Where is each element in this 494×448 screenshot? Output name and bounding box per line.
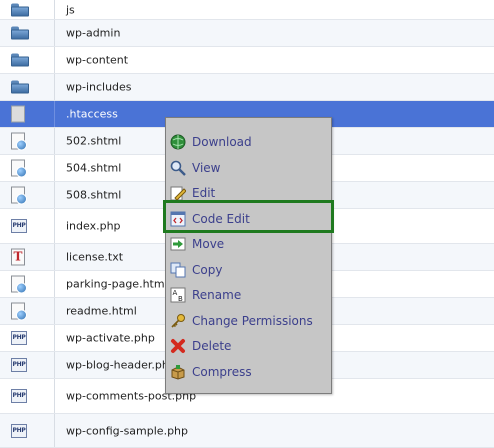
- menu-item-view[interactable]: View: [166, 156, 331, 180]
- menu-item-label: Download: [192, 135, 252, 149]
- folder-icon: [11, 80, 29, 94]
- web-file-icon: [11, 275, 27, 294]
- file-icon: [11, 105, 25, 123]
- file-icon-cell: PHP: [0, 352, 55, 378]
- file-name[interactable]: .htaccess: [66, 108, 118, 121]
- folder-icon: [11, 53, 29, 67]
- file-icon-cell: PHP: [0, 414, 55, 447]
- menu-item-edit[interactable]: Edit: [166, 181, 331, 205]
- menu-item-label: Delete: [192, 339, 232, 353]
- web-file-icon: [11, 302, 27, 321]
- key-icon: [170, 313, 186, 329]
- file-name[interactable]: index.php: [66, 220, 121, 233]
- web-file-icon: [11, 159, 27, 178]
- file-name[interactable]: 504.shtml: [66, 162, 121, 175]
- context-menu: Download View Edit Code Edit Move Copy A B Renam…: [165, 117, 332, 394]
- file-name[interactable]: wp-activate.php: [66, 332, 155, 345]
- code-edit-icon: [170, 211, 186, 227]
- menu-item-download[interactable]: Download: [166, 130, 331, 154]
- file-icon-cell: PHP: [0, 209, 55, 243]
- menu-item-code-edit[interactable]: Code Edit: [166, 207, 331, 231]
- menu-item-rename[interactable]: A B Rename: [166, 283, 331, 307]
- file-name[interactable]: readme.html: [66, 305, 137, 318]
- file-icon-cell: [0, 128, 55, 154]
- file-icon-cell: [0, 20, 55, 46]
- file-name[interactable]: wp-admin: [66, 27, 120, 40]
- file-icon-cell: [0, 0, 55, 19]
- menu-item-label: Copy: [192, 263, 223, 277]
- menu-item-compress[interactable]: Compress: [166, 360, 331, 384]
- menu-item-label: Compress: [192, 365, 252, 379]
- menu-item-label: Move: [192, 237, 225, 251]
- file-row[interactable]: wp-includes: [0, 74, 494, 101]
- magnifier-icon: [170, 160, 186, 176]
- copy-icon: [170, 262, 186, 278]
- file-name[interactable]: wp-config-sample.php: [66, 424, 188, 437]
- svg-text:B: B: [178, 295, 183, 303]
- file-icon-cell: PHP: [0, 379, 55, 413]
- file-icon-cell: T: [0, 244, 55, 270]
- pencil-icon: [170, 185, 187, 201]
- globe-download-icon: [170, 134, 186, 150]
- svg-text:A: A: [173, 289, 178, 297]
- folder-icon: [11, 3, 29, 16]
- text-file-icon: T: [11, 248, 25, 266]
- menu-item-label: Change Permissions: [192, 314, 313, 328]
- file-icon-cell: [0, 47, 55, 73]
- file-name[interactable]: wp-content: [66, 54, 128, 67]
- file-name[interactable]: wp-blog-header.php: [66, 359, 176, 372]
- file-icon-cell: [0, 74, 55, 100]
- file-icon-cell: [0, 101, 55, 127]
- file-row[interactable]: wp-admin: [0, 20, 494, 47]
- file-name[interactable]: 508.shtml: [66, 189, 121, 202]
- arrow-move-icon: [170, 236, 186, 252]
- php-file-icon: PHP: [11, 389, 27, 403]
- file-icon-cell: [0, 182, 55, 208]
- menu-item-label: Rename: [192, 288, 242, 302]
- file-row[interactable]: PHP wp-config-sample.php: [0, 414, 494, 448]
- web-file-icon: [11, 132, 27, 151]
- menu-item-label: View: [192, 161, 221, 175]
- php-file-icon: PHP: [11, 219, 27, 233]
- menu-item-move[interactable]: Move: [166, 232, 331, 256]
- file-name[interactable]: wp-includes: [66, 81, 132, 94]
- php-file-icon: PHP: [11, 331, 27, 345]
- menu-item-label: Edit: [192, 186, 216, 200]
- menu-item-delete[interactable]: Delete: [166, 334, 331, 358]
- archive-box-icon: [170, 364, 186, 380]
- rename-ab-icon: AB: [170, 287, 186, 303]
- file-name[interactable]: license.txt: [66, 251, 123, 264]
- file-row[interactable]: js: [0, 0, 494, 20]
- file-icon-cell: [0, 155, 55, 181]
- menu-item-label: Code Edit: [192, 212, 250, 226]
- php-file-icon: PHP: [11, 358, 27, 372]
- file-name[interactable]: parking-page.html: [66, 278, 168, 291]
- menu-item-change-permissions[interactable]: Change Permissions: [166, 309, 331, 333]
- folder-icon: [11, 26, 29, 40]
- file-row[interactable]: wp-content: [0, 47, 494, 74]
- web-file-icon: [11, 186, 27, 205]
- file-icon-cell: [0, 298, 55, 324]
- menu-item-copy[interactable]: Copy: [166, 258, 331, 282]
- file-name[interactable]: js: [66, 3, 75, 16]
- file-name[interactable]: 502.shtml: [66, 135, 121, 148]
- file-icon-cell: PHP: [0, 325, 55, 351]
- file-icon-cell: [0, 271, 55, 297]
- php-file-icon: PHP: [11, 423, 27, 438]
- red-x-delete-icon: [170, 338, 186, 354]
